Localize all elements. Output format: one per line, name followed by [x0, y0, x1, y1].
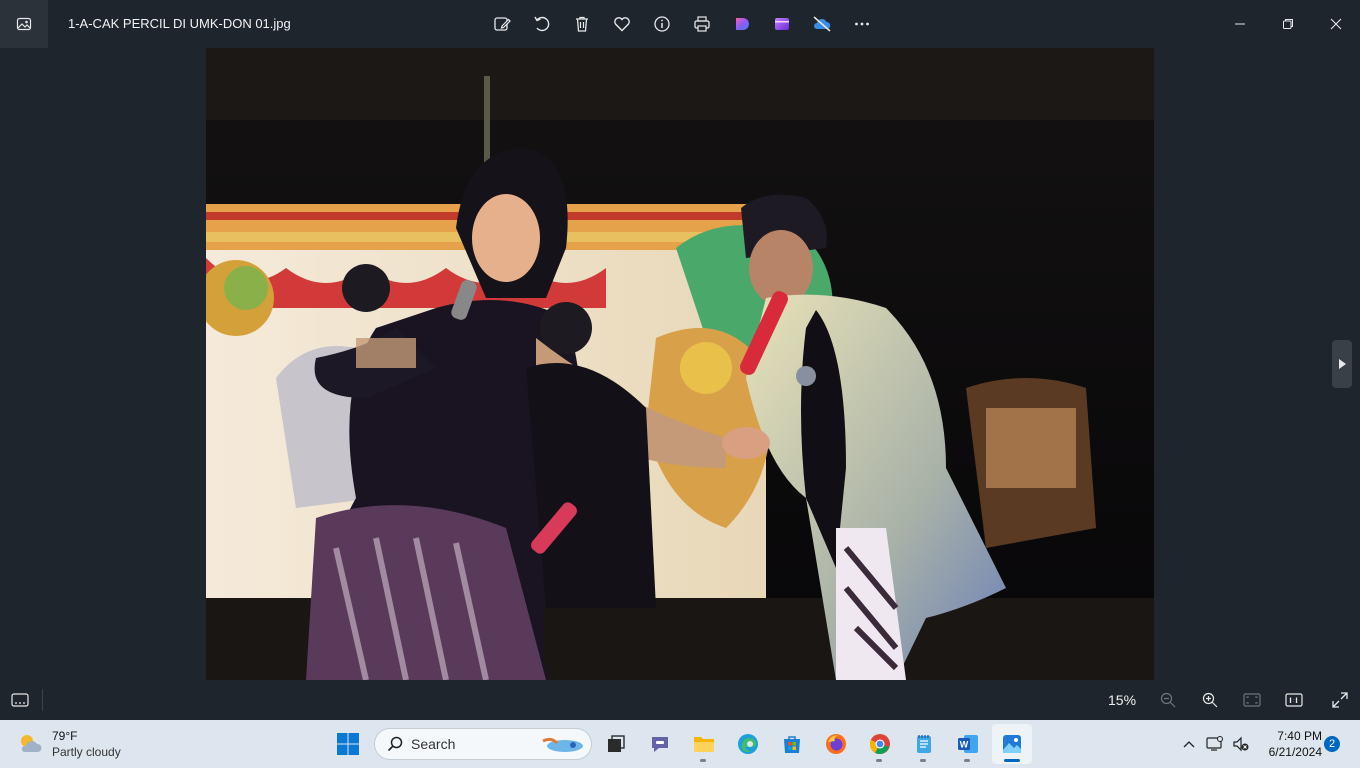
weather-widget[interactable]: 79°F Partly cloudy: [16, 728, 121, 760]
clock[interactable]: 7:40 PM 6/21/2024: [1256, 728, 1322, 760]
close-icon: [1330, 18, 1342, 30]
ellipsis-icon: [855, 22, 869, 26]
store-icon: [784, 736, 800, 753]
speaker-muted-icon: [1233, 736, 1249, 752]
edge-icon: [738, 734, 758, 754]
photos-icon: [1003, 735, 1021, 753]
next-image-button[interactable]: [1332, 340, 1352, 388]
file-name-title: 1-A-CAK PERCIL DI UMK-DON 01.jpg: [68, 16, 291, 31]
title-bar: 1-A-CAK PERCIL DI UMK-DON 01.jpg: [0, 0, 1360, 48]
system-tray: [1176, 728, 1254, 760]
clock-date: 6/21/2024: [1268, 745, 1322, 759]
actual-size-icon: [1285, 693, 1303, 707]
zoom-out-icon: [1160, 692, 1176, 708]
clock-time: 7:40 PM: [1277, 729, 1322, 743]
restore-icon: [1283, 19, 1293, 29]
expand-icon: [1332, 692, 1348, 708]
taskbar-search-box[interactable]: Search: [374, 728, 592, 760]
printer-icon: [694, 16, 710, 32]
filmstrip-toggle-button[interactable]: [0, 680, 40, 720]
print-button[interactable]: [682, 8, 722, 40]
photos-window: 1-A-CAK PERCIL DI UMK-DON 01.jpg 15%: [0, 0, 1360, 720]
notepad-button[interactable]: [904, 724, 944, 764]
folder-icon: [694, 737, 714, 752]
clipchamp-icon: [775, 18, 789, 30]
chat-icon: [652, 737, 668, 752]
file-explorer-button[interactable]: [684, 724, 724, 764]
running-indicator: [876, 759, 882, 762]
designer-button[interactable]: [722, 8, 762, 40]
delete-button[interactable]: [562, 8, 602, 40]
more-button[interactable]: [842, 8, 882, 40]
minimize-button[interactable]: [1216, 0, 1264, 48]
show-hidden-icons-button[interactable]: [1176, 728, 1202, 760]
photos-taskbar-button[interactable]: [992, 724, 1032, 764]
teams-chat-button[interactable]: [640, 724, 680, 764]
firefox-button[interactable]: [816, 724, 856, 764]
zoom-in-icon: [1202, 692, 1218, 708]
fit-window-icon: [1243, 693, 1261, 707]
running-indicator: [920, 759, 926, 762]
file-info-button[interactable]: [642, 8, 682, 40]
active-indicator: [1004, 759, 1020, 762]
image-viewport[interactable]: [0, 48, 1360, 680]
zoom-out-button[interactable]: [1150, 684, 1186, 716]
clipchamp-button[interactable]: [762, 8, 802, 40]
notification-badge[interactable]: 2: [1324, 736, 1340, 752]
search-icon: [387, 736, 403, 752]
fit-to-window-button[interactable]: [1234, 684, 1270, 716]
divider: [42, 689, 43, 711]
running-indicator: [964, 759, 970, 762]
chevron-up-icon: [1183, 741, 1195, 748]
monitor-network-icon: [1206, 736, 1223, 751]
weather-condition: Partly cloudy: [52, 745, 121, 759]
notepad-icon: [917, 735, 931, 753]
rotate-icon: [534, 16, 550, 32]
close-button[interactable]: [1312, 0, 1360, 48]
restore-button[interactable]: [1264, 0, 1312, 48]
svg-text:W: W: [960, 740, 969, 750]
partly-cloudy-icon: [21, 735, 42, 752]
info-icon: [654, 16, 670, 32]
edit-image-button[interactable]: [482, 8, 522, 40]
zoom-level[interactable]: 15%: [1108, 692, 1136, 708]
designer-icon: [736, 18, 749, 30]
taskbar: 79°F Partly cloudy Search W 7:40 PM 6/21…: [0, 720, 1360, 768]
filmstrip-icon: [11, 693, 29, 707]
running-indicator: [700, 759, 706, 762]
firefox-icon: [826, 734, 846, 754]
viewer-bottom-bar: 15%: [0, 680, 1360, 720]
start-button[interactable]: [330, 726, 366, 762]
word-icon: W: [958, 735, 978, 753]
trash-icon: [576, 16, 588, 32]
edge-button[interactable]: [728, 724, 768, 764]
image-toolbar: [482, 8, 882, 40]
task-view-button[interactable]: [596, 724, 636, 764]
edit-image-icon: [494, 17, 511, 31]
chevron-right-icon: [1339, 359, 1346, 369]
window-controls: [1216, 0, 1360, 48]
search-placeholder: Search: [411, 736, 456, 752]
search-highlight-icon: [542, 737, 583, 752]
displayed-photo[interactable]: [206, 48, 1154, 680]
photos-app-icon[interactable]: [0, 0, 48, 48]
word-button[interactable]: W: [948, 724, 988, 764]
rotate-button[interactable]: [522, 8, 562, 40]
cloud-off-icon: [813, 16, 831, 32]
task-view-icon: [608, 735, 625, 752]
chrome-button[interactable]: [860, 724, 900, 764]
network-status-button[interactable]: [1202, 728, 1228, 760]
actual-size-button[interactable]: [1276, 684, 1312, 716]
windows-logo-icon: [337, 733, 359, 755]
heart-icon: [614, 17, 630, 32]
weather-temperature: 79°F: [52, 729, 78, 743]
chrome-icon: [870, 734, 890, 755]
microsoft-store-button[interactable]: [772, 724, 812, 764]
volume-button[interactable]: [1228, 728, 1254, 760]
favorite-button[interactable]: [602, 8, 642, 40]
zoom-in-button[interactable]: [1192, 684, 1228, 716]
full-screen-button[interactable]: [1322, 684, 1358, 716]
onedrive-button[interactable]: [802, 8, 842, 40]
minimize-icon: [1235, 23, 1245, 25]
